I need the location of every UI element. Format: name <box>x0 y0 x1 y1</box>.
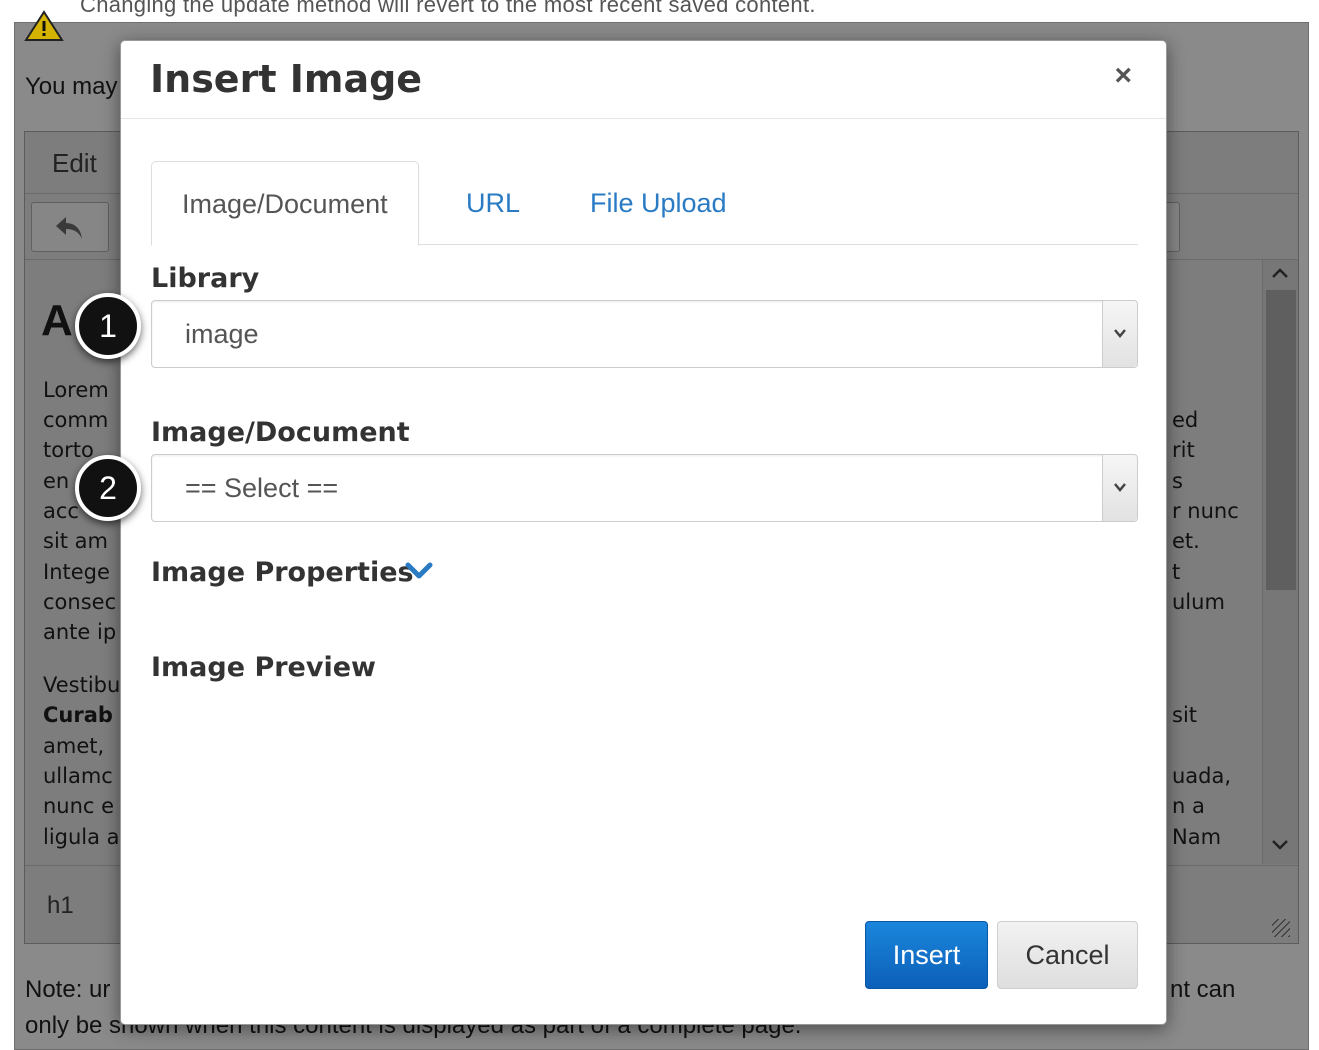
scroll-up-icon[interactable] <box>1271 266 1289 284</box>
cancel-button[interactable]: Cancel <box>997 921 1138 989</box>
editor-scrollbar[interactable] <box>1262 260 1298 864</box>
content-line: rit <box>1172 438 1195 462</box>
dialog-title: Insert Image <box>150 57 423 101</box>
content-line: Vestibu <box>43 673 121 697</box>
tab-image-document[interactable]: Image/Document <box>151 161 419 246</box>
tab-url[interactable]: URL <box>466 161 520 245</box>
content-line: s <box>1172 469 1183 493</box>
content-line: en <box>43 469 70 493</box>
content-line: n a <box>1172 794 1205 818</box>
dialog-tabs: Image/Document URL File Upload <box>151 161 1138 246</box>
library-select[interactable]: image <box>151 300 1138 368</box>
content-line: amet, <box>43 734 105 758</box>
content-line: Intege <box>43 560 110 584</box>
content-line: ed <box>1172 408 1199 432</box>
content-line: ulum <box>1172 590 1225 614</box>
tab-file-upload[interactable]: File Upload <box>590 161 727 245</box>
document-select-value: == Select == <box>185 473 339 503</box>
element-path[interactable]: h1 <box>47 892 74 920</box>
insert-image-dialog: Insert Image × Image/Document URL File U… <box>120 40 1167 1025</box>
warning-text: Changing the update method will revert t… <box>80 0 816 17</box>
callout-marker-1: 1 <box>75 293 141 359</box>
select-arrow[interactable] <box>1102 301 1137 367</box>
content-line: sit am <box>43 529 109 553</box>
image-properties-toggle[interactable]: Image Properties <box>151 557 414 588</box>
content-line: sit <box>1172 703 1198 727</box>
scroll-down-icon[interactable] <box>1271 838 1289 856</box>
insert-button[interactable]: Insert <box>865 921 988 989</box>
content-line: ullamc <box>43 764 113 788</box>
content-line: Lorem <box>43 378 109 402</box>
menu-edit[interactable]: Edit <box>52 148 97 179</box>
library-select-value: image <box>185 319 259 349</box>
intro-text: You may <box>25 73 118 100</box>
resize-grip-icon[interactable] <box>1272 919 1290 937</box>
note-text-right: nt can <box>1170 976 1236 1003</box>
content-line: Nam <box>1172 825 1222 849</box>
library-label: Library <box>151 263 260 294</box>
chevron-down-icon <box>1114 329 1126 338</box>
content-line: uada, <box>1172 764 1232 788</box>
undo-icon <box>56 217 82 239</box>
content-line: ante ip <box>43 620 117 644</box>
content-line: et. <box>1172 529 1200 553</box>
undo-button[interactable] <box>31 202 109 252</box>
document-label: Image/Document <box>151 417 410 448</box>
content-line: ligula a <box>43 825 120 849</box>
close-icon[interactable]: × <box>1114 61 1132 91</box>
document-select[interactable]: == Select == <box>151 454 1138 522</box>
dialog-header: Insert Image × <box>121 41 1166 119</box>
content-line: consec <box>43 590 117 614</box>
select-arrow[interactable] <box>1102 455 1137 521</box>
chevron-down-icon <box>1114 483 1126 492</box>
scroll-thumb[interactable] <box>1266 290 1296 590</box>
warning-icon <box>24 10 64 41</box>
image-preview-label: Image Preview <box>151 652 376 683</box>
content-line: r nunc <box>1172 499 1239 523</box>
content-line: comm <box>43 408 109 432</box>
content-line: t <box>1172 560 1181 584</box>
callout-marker-2: 2 <box>75 455 141 521</box>
content-line: torto <box>43 438 94 462</box>
content-line: nunc e <box>43 794 115 818</box>
chevron-down-icon[interactable] <box>405 561 433 581</box>
content-heading: A <box>41 296 73 345</box>
note-text-left: Note: ur <box>25 976 111 1003</box>
content-line: Curab <box>43 703 113 727</box>
content-line: acc <box>43 499 79 523</box>
